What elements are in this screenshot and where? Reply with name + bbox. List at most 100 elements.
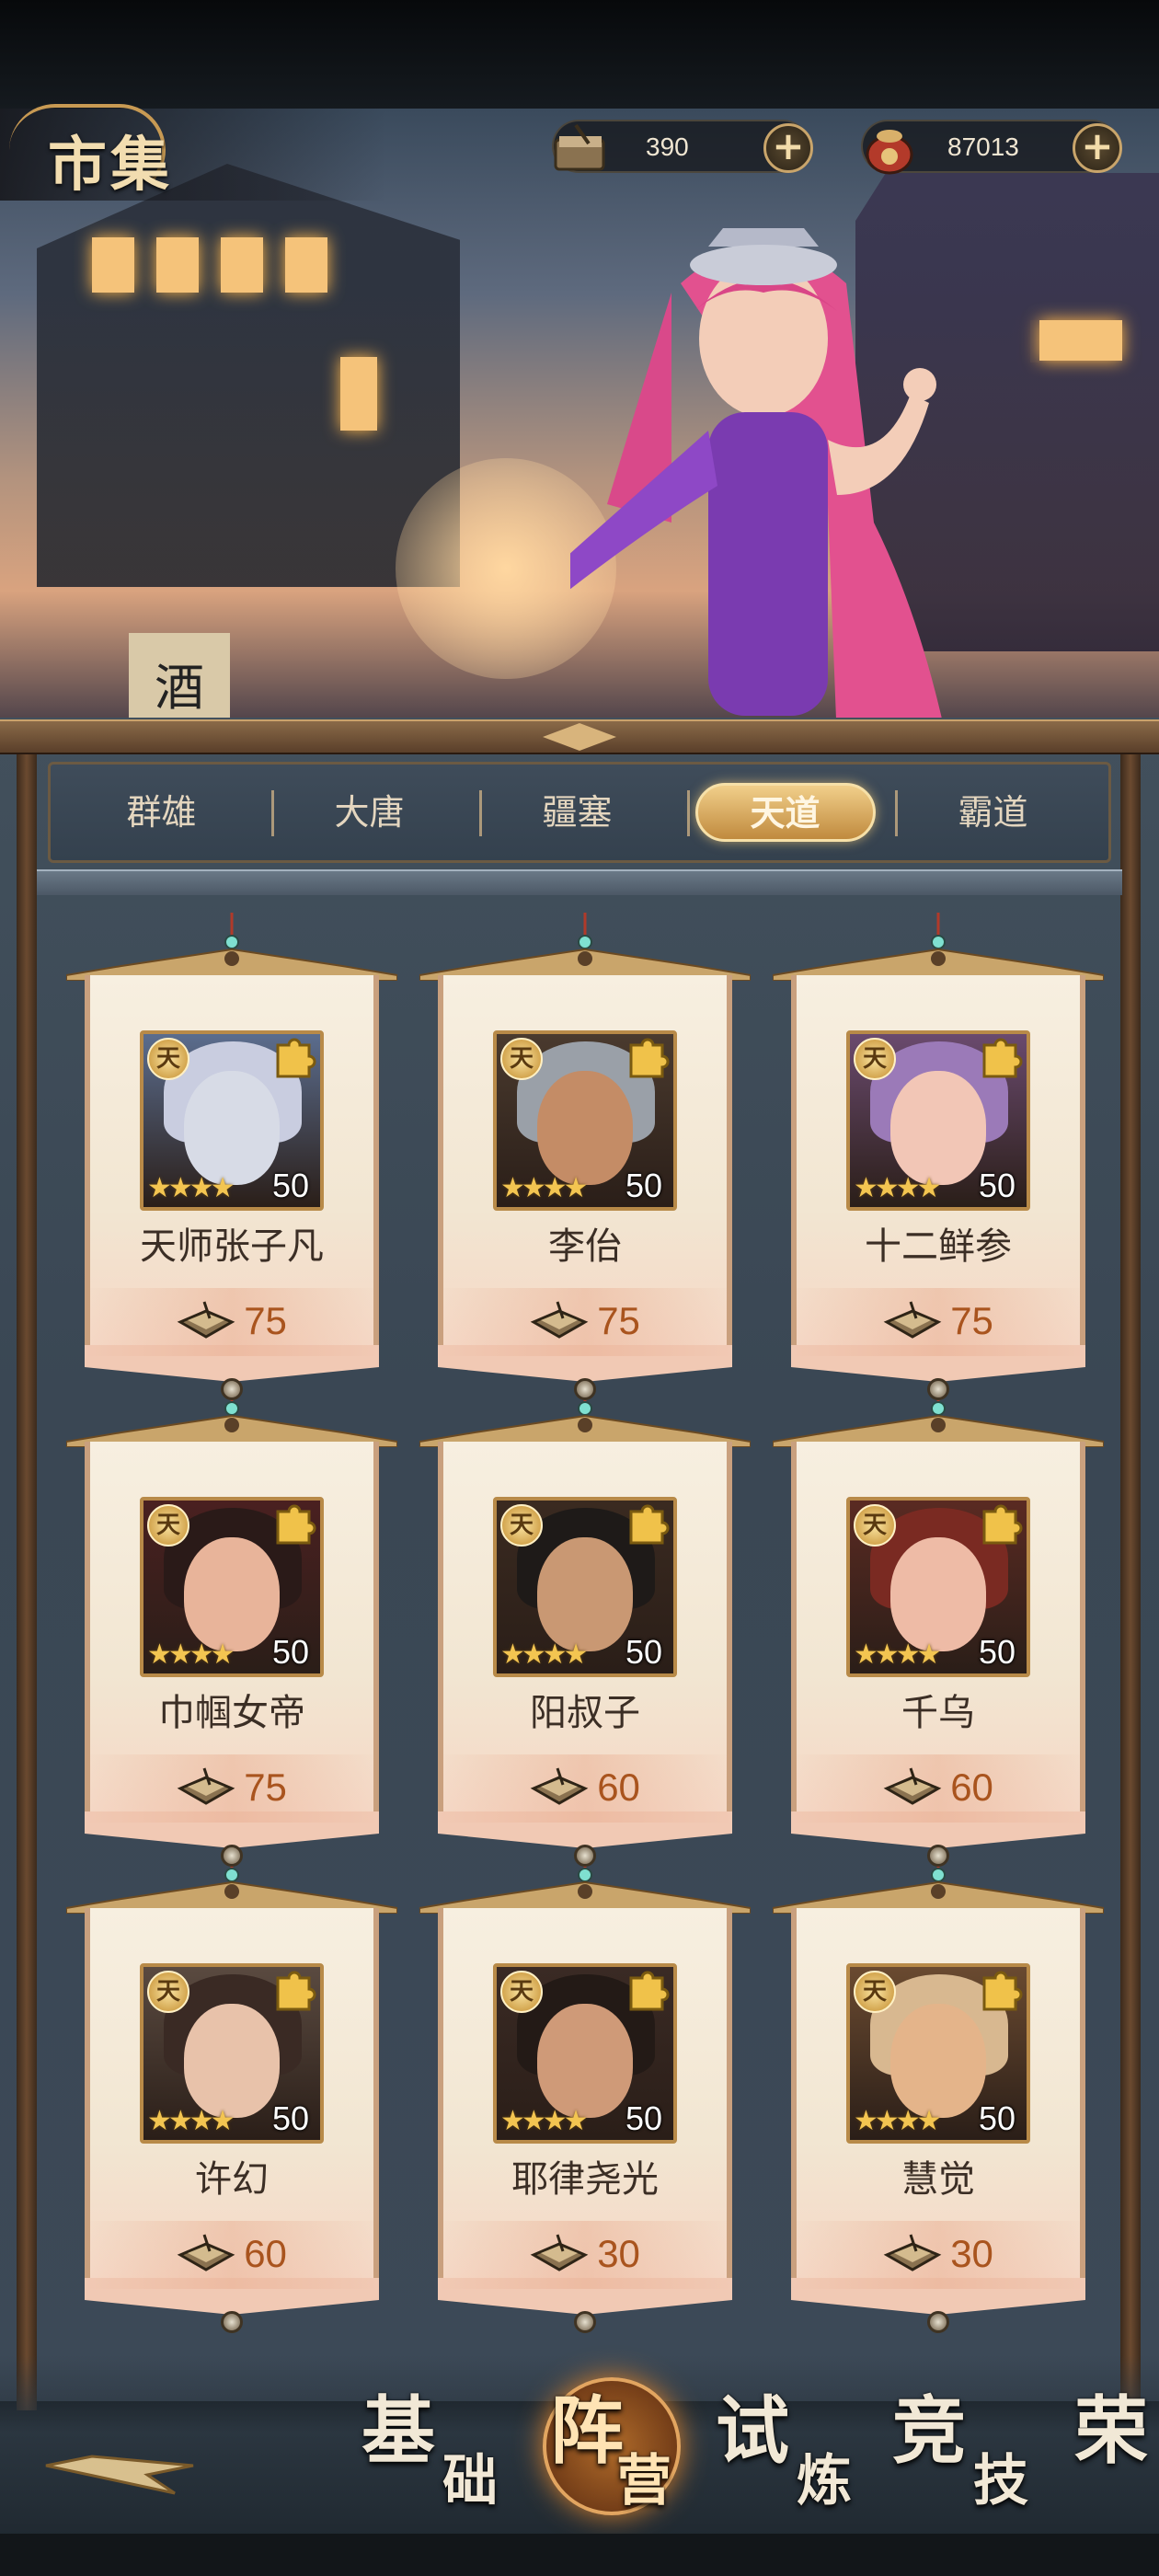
nav-button-2[interactable]: 试炼	[708, 2372, 883, 2547]
lit-window	[1039, 320, 1122, 361]
hero-shop-card[interactable]: 天 ★★★★ 50 阳叔子 60	[419, 1379, 751, 1867]
scroll-token-icon	[883, 2234, 942, 2271]
hero-name: 十二鲜参	[865, 1225, 1012, 1268]
hero-shop-card[interactable]: 天 ★★★★ 50 李佁 75	[419, 913, 751, 1400]
add-scroll-token-button[interactable]: +	[763, 123, 813, 173]
hero-level: 50	[625, 2099, 662, 2137]
star-rating: ★★★★	[500, 1172, 589, 1204]
price-value: 30	[597, 2232, 640, 2275]
price-value: 30	[950, 2232, 993, 2275]
scroll-token-amount: 390	[646, 132, 689, 161]
nav-char-1: 竞	[892, 2387, 966, 2474]
hero-level: 50	[271, 1167, 309, 1204]
scroll-token-icon	[530, 2234, 589, 2271]
scroll-knob	[221, 1845, 243, 1867]
scroll-token-icon	[530, 1767, 589, 1805]
hero-shop-card[interactable]: 天 ★★★★ 50 十二鲜参 75	[773, 913, 1104, 1400]
price-tag: 75	[66, 1765, 397, 1811]
resource-scroll-token: 390 +	[552, 120, 813, 173]
hero-shop-card[interactable]: 天 ★★★★ 50 许幻 60	[66, 1846, 397, 2333]
star-rating: ★★★★	[147, 1639, 235, 1671]
star-rating: ★★★★	[500, 2105, 589, 2137]
page-title: 市集	[48, 131, 173, 200]
nav-button-4[interactable]: 荣	[1067, 2372, 1159, 2547]
tavern-sign: 酒	[129, 633, 230, 727]
nav-char-2: 技	[973, 2449, 1028, 2513]
beam-ornament-icon	[543, 723, 616, 751]
nav-char-2: 营	[616, 2449, 671, 2513]
nav-button-0[interactable]: 基础	[354, 2372, 529, 2547]
hero-portrait: 天 ★★★★ 50	[140, 1030, 324, 1211]
hero-level: 50	[978, 1633, 1016, 1671]
price-tag: 60	[773, 1765, 1104, 1811]
scroll-knob	[574, 2311, 596, 2333]
scroll-token-icon	[530, 1301, 589, 1339]
star-rating: ★★★★	[500, 1639, 589, 1671]
tab-datang[interactable]: 大唐	[266, 765, 473, 860]
nav-char-2: 础	[442, 2449, 498, 2513]
hero-shop-card[interactable]: 天 ★★★★ 50 巾帼女帝 75	[66, 1379, 397, 1867]
puzzle-piece-icon	[982, 1971, 1023, 2011]
nav-char-2: 炼	[797, 2449, 852, 2513]
hanging-cord-icon	[931, 913, 946, 949]
price-tag: 75	[66, 1299, 397, 1345]
tier-badge: 天	[500, 1038, 543, 1080]
lit-window	[221, 237, 263, 293]
star-rating: ★★★★	[854, 1172, 942, 1204]
scroll-token-icon	[177, 1301, 235, 1339]
hero-name: 慧觉	[901, 2158, 975, 2201]
faction-tabs: 群雄 大唐 疆塞 天道 霸道	[48, 762, 1111, 863]
scroll-knob	[927, 2311, 949, 2333]
lit-window	[340, 357, 377, 431]
hanging-cord-icon	[224, 913, 239, 949]
resource-coin: 87013 +	[861, 120, 1122, 175]
hero-name: 李佁	[548, 1225, 622, 1268]
scroll-hanging-rail	[37, 869, 1122, 895]
coin-pouch-icon	[866, 130, 913, 175]
hero-portrait: 天 ★★★★ 50	[493, 1963, 677, 2144]
hero-shop-card[interactable]: 天 ★★★★ 50 耶律尧光 30	[419, 1846, 751, 2333]
puzzle-piece-icon	[276, 1038, 316, 1078]
price-value: 75	[244, 1299, 287, 1342]
hanging-cord-icon	[578, 913, 592, 949]
hero-name: 耶律尧光	[511, 2158, 659, 2201]
nav-char-1: 基	[361, 2387, 435, 2474]
hero-level: 50	[271, 1633, 309, 1671]
price-tag: 60	[66, 2232, 397, 2278]
hero-shop-card[interactable]: 天 ★★★★ 50 天师张子凡 75	[66, 913, 397, 1400]
puzzle-piece-icon	[629, 1971, 670, 2011]
scroll-token-icon	[883, 1301, 942, 1339]
tier-badge: 天	[147, 1504, 189, 1547]
price-value: 60	[597, 1765, 640, 1809]
puzzle-piece-icon	[629, 1504, 670, 1545]
status-bar	[0, 0, 1159, 109]
tab-qunxiong[interactable]: 群雄	[58, 765, 265, 860]
price-tag: 75	[419, 1299, 751, 1345]
nav-button-1[interactable]: 阵营	[532, 2372, 706, 2547]
price-tag: 30	[419, 2232, 751, 2278]
scroll-token-icon	[554, 123, 605, 171]
nav-char-1: 试	[716, 2387, 789, 2474]
hero-banner: 酒	[0, 109, 1159, 727]
tab-badao[interactable]: 霸道	[889, 765, 1096, 860]
nav-button-3[interactable]: 竞技	[885, 2372, 1060, 2547]
hero-portrait: 天 ★★★★ 50	[846, 1497, 1030, 1677]
add-coin-button[interactable]: +	[1073, 123, 1122, 173]
tab-jiangsai[interactable]: 疆塞	[474, 765, 681, 860]
nav-char-1: 阵	[550, 2387, 624, 2474]
hero-shop-card[interactable]: 天 ★★★★ 50 慧觉 30	[773, 1846, 1104, 2333]
puzzle-piece-icon	[982, 1504, 1023, 1545]
scroll-token-icon	[883, 1767, 942, 1805]
hero-portrait: 天 ★★★★ 50	[846, 1030, 1030, 1211]
tab-tiandao[interactable]: 天道	[682, 765, 889, 860]
price-tag: 60	[419, 1765, 751, 1811]
scroll-knob	[927, 1378, 949, 1400]
hero-shop-card[interactable]: 天 ★★★★ 50 千乌 60	[773, 1379, 1104, 1867]
star-rating: ★★★★	[854, 2105, 942, 2137]
hero-name: 千乌	[901, 1692, 975, 1734]
back-arrow-icon[interactable]	[37, 2438, 202, 2521]
price-value: 60	[244, 2232, 287, 2275]
tier-badge: 天	[854, 1504, 896, 1547]
frame-post-left	[17, 736, 37, 2410]
hero-level: 50	[978, 1167, 1016, 1204]
